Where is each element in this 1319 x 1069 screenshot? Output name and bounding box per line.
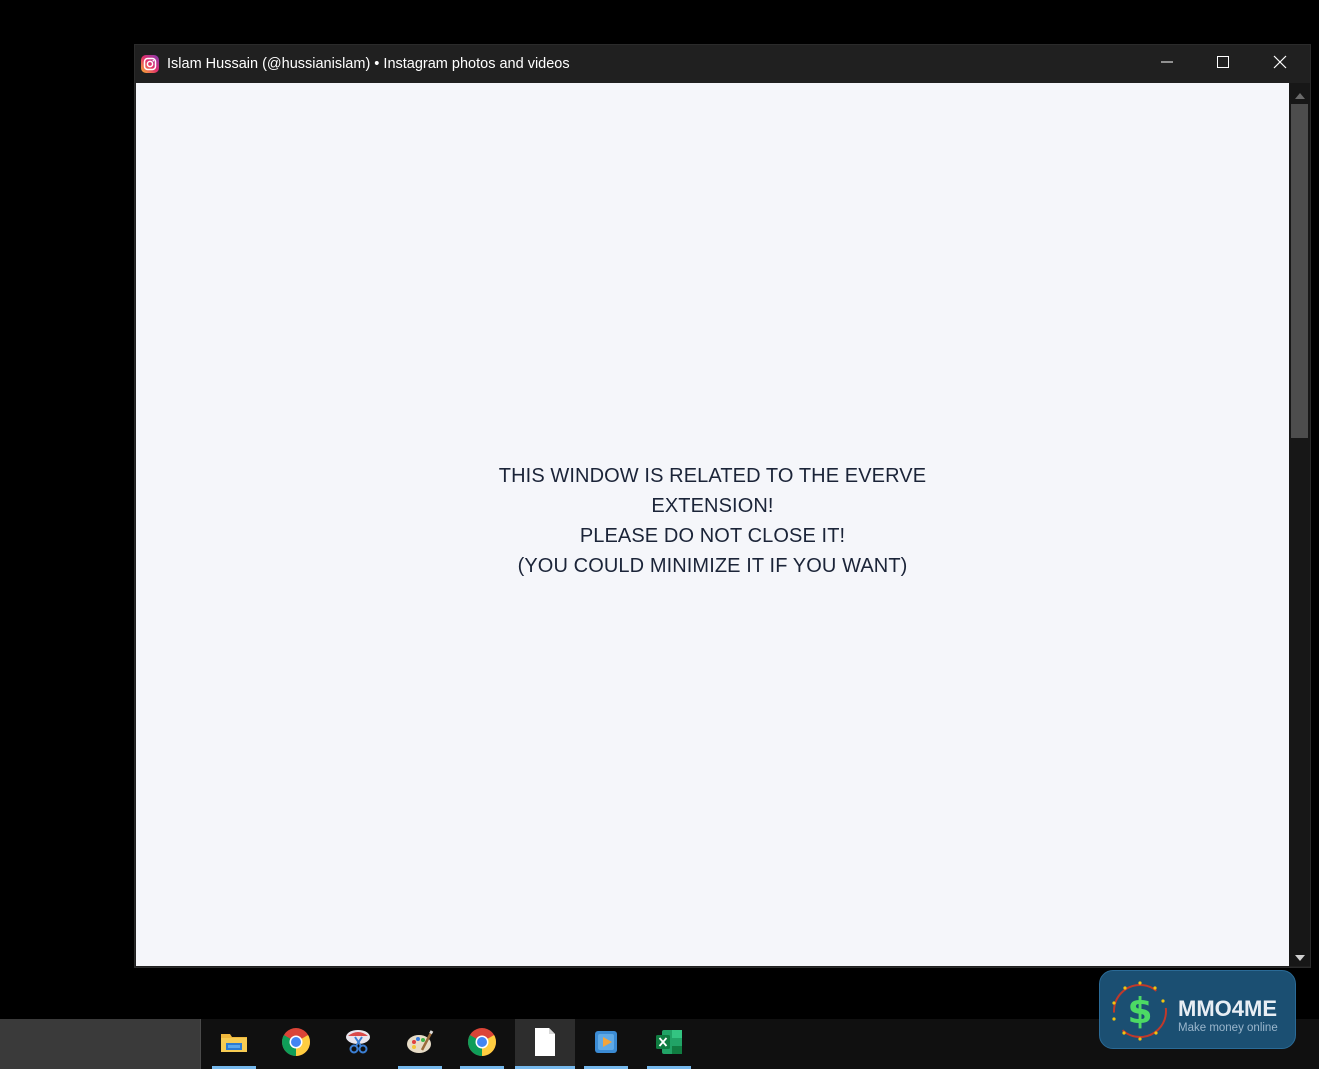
svg-text:$: $ xyxy=(1127,991,1152,1032)
notice-line-3: (YOU COULD MINIMIZE IT IF YOU WANT) xyxy=(517,555,908,577)
scroll-down-arrow-icon xyxy=(1294,948,1305,966)
minimize-button[interactable] xyxy=(1139,45,1195,83)
taskbar-snipping-tool[interactable] xyxy=(332,1019,384,1069)
browser-popup-window: Islam Hussain (@hussianislam) • Instagra… xyxy=(135,45,1310,967)
instagram-icon xyxy=(141,55,159,73)
taskbar-chrome[interactable] xyxy=(270,1019,322,1069)
taskbar-chrome-2[interactable] xyxy=(456,1019,508,1069)
scroll-thumb[interactable] xyxy=(1291,104,1308,438)
chrome-icon xyxy=(281,1027,311,1062)
scroll-up-button[interactable] xyxy=(1289,86,1310,103)
excel-icon xyxy=(654,1028,684,1061)
document-icon xyxy=(533,1027,557,1062)
close-button[interactable] xyxy=(1252,45,1308,83)
maximize-icon xyxy=(1216,55,1230,74)
extension-notice: THIS WINDOW IS RELATED TO THE EVERVE EXT… xyxy=(486,461,939,581)
notice-line-1: THIS WINDOW IS RELATED TO THE EVERVE EXT… xyxy=(498,465,927,517)
taskbar-media-player[interactable] xyxy=(580,1019,632,1069)
notice-line-2: PLEASE DO NOT CLOSE IT! xyxy=(579,525,846,547)
snipping-tool-icon xyxy=(343,1028,373,1061)
vertical-scrollbar[interactable] xyxy=(1289,83,1310,966)
svg-text:Make money online: Make money online xyxy=(1178,1022,1278,1034)
dollar-sign-icon: $ xyxy=(1112,981,1167,1041)
taskbar-paint[interactable] xyxy=(394,1019,446,1069)
file-explorer-icon xyxy=(220,1030,248,1059)
taskbar-search-box[interactable] xyxy=(0,1019,201,1069)
minimize-icon xyxy=(1160,55,1174,74)
page-content: THIS WINDOW IS RELATED TO THE EVERVE EXT… xyxy=(136,83,1289,966)
mmo4me-watermark: $ MMO4ME Make money online xyxy=(1099,970,1296,1049)
desktop: Islam Hussain (@hussianislam) • Instagra… xyxy=(0,0,1319,1069)
title-bar[interactable]: Islam Hussain (@hussianislam) • Instagra… xyxy=(135,45,1310,83)
window-title: Islam Hussain (@hussianislam) • Instagra… xyxy=(167,56,570,72)
scroll-down-button[interactable] xyxy=(1289,948,1310,965)
paint-icon xyxy=(405,1028,435,1061)
scroll-up-arrow-icon xyxy=(1294,86,1305,104)
media-player-icon xyxy=(592,1028,620,1061)
close-icon xyxy=(1273,55,1287,74)
taskbar-file-explorer[interactable] xyxy=(208,1019,260,1069)
svg-text:MMO4ME: MMO4ME xyxy=(1178,996,1277,1021)
chrome-icon xyxy=(467,1027,497,1062)
mmo4me-logo: $ MMO4ME Make money online xyxy=(1112,981,1278,1041)
maximize-button[interactable] xyxy=(1195,45,1251,83)
taskbar-document[interactable] xyxy=(515,1019,575,1069)
taskbar-excel[interactable] xyxy=(643,1019,695,1069)
